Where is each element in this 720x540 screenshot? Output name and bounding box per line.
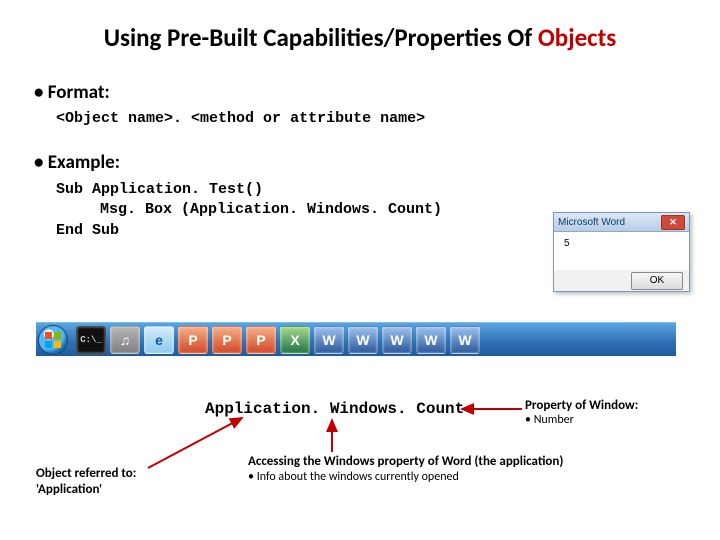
close-icon[interactable]: ✕ (661, 215, 685, 230)
note-accessing: Accessing the Windows property of Word (… (248, 454, 568, 484)
ok-button[interactable]: OK (631, 272, 683, 290)
excel-icon[interactable]: X (280, 326, 310, 354)
msgbox-titlebar: Microsoft Word ✕ (554, 213, 689, 232)
word-icon[interactable]: W (382, 326, 412, 354)
msgbox-title: Microsoft Word (558, 217, 661, 228)
media-icon[interactable]: ♫ (110, 326, 140, 354)
bullet-example: Example: (34, 151, 686, 174)
taskbar: ♫ e P P P X W W W W W (36, 322, 676, 356)
expression-text: Application. Windows. Count (205, 400, 464, 418)
slide-title: Using Pre-Built Capabilities/Properties … (34, 22, 686, 53)
title-accent: Objects (538, 22, 616, 53)
note-accessing-heading: Accessing the Windows property of Word (… (248, 454, 563, 469)
format-method: <method or attribute name> (191, 110, 425, 127)
powerpoint-icon[interactable]: P (178, 326, 208, 354)
format-code: <Object name>. <method or attribute name… (56, 110, 686, 127)
browser-icon[interactable]: e (144, 326, 174, 354)
powerpoint-icon[interactable]: P (212, 326, 242, 354)
cmd-icon[interactable] (76, 326, 106, 354)
code-line-1: Sub Application. Test() (56, 181, 263, 198)
note-object-l1: Object referred to: (36, 466, 136, 481)
note-property: Property of Window: • Number (525, 398, 690, 427)
powerpoint-icon[interactable]: P (246, 326, 276, 354)
title-text: Using Pre-Built Capabilities/Properties … (104, 22, 538, 53)
note-object-l2: 'Application' (36, 482, 102, 497)
word-icon[interactable]: W (416, 326, 446, 354)
arrow-object-to-application (148, 418, 242, 468)
word-icon[interactable]: W (450, 326, 480, 354)
bullet-format: Format: (34, 81, 686, 104)
start-button[interactable] (38, 325, 68, 355)
note-property-heading: Property of Window: (525, 398, 638, 413)
word-icon[interactable]: W (348, 326, 378, 354)
note-property-sub: • Number (525, 413, 690, 427)
word-icon[interactable]: W (314, 326, 344, 354)
format-dot: . (173, 110, 191, 127)
format-object: <Object name> (56, 110, 173, 127)
code-line-3: End Sub (56, 222, 119, 239)
message-box: Microsoft Word ✕ 5 OK (553, 212, 690, 292)
note-accessing-sub: • Info about the windows currently opene… (248, 470, 568, 484)
note-object: Object referred to: 'Application' (36, 466, 186, 499)
msgbox-body: 5 (554, 232, 689, 270)
